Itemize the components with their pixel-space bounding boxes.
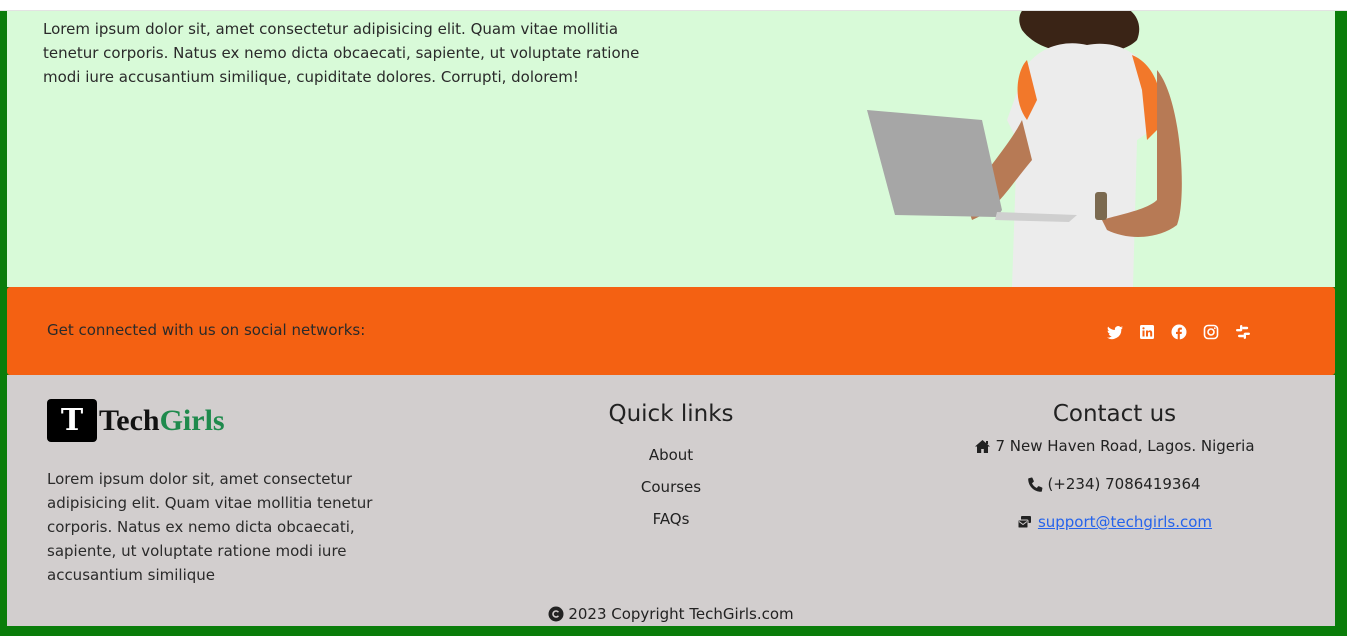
- brand-logo[interactable]: T TechGirls: [47, 399, 225, 442]
- logo-text: TechGirls: [99, 404, 225, 438]
- logo-letter: T: [47, 399, 97, 442]
- facebook-icon[interactable]: [1171, 324, 1187, 340]
- contact-address: 7 New Haven Road, Lagos. Nigeria: [962, 437, 1267, 455]
- contact-email-link[interactable]: support@techgirls.com: [1038, 513, 1212, 531]
- home-icon: [975, 439, 991, 453]
- linkedin-icon[interactable]: [1139, 324, 1155, 340]
- logo-tech: Tech: [99, 403, 160, 437]
- slack-icon[interactable]: [1235, 324, 1251, 340]
- contact-phone-text: (+234) 7086419364: [1047, 475, 1201, 493]
- copyright: 2023 Copyright TechGirls.com: [7, 605, 1335, 623]
- contact-phone: (+234) 7086419364: [962, 475, 1267, 493]
- envelope-stack-icon: [1017, 516, 1031, 529]
- social-text: Get connected with us on social networks…: [47, 321, 366, 339]
- hero-text: Lorem ipsum dolor sit, amet consectetur …: [43, 20, 640, 86]
- logo-girls: Girls: [159, 403, 225, 437]
- quick-link-courses[interactable]: Courses: [571, 471, 771, 503]
- social-icons: [1107, 324, 1251, 340]
- quick-links-list: About Courses FAQs: [571, 439, 771, 535]
- quick-links: Quick links About Courses FAQs: [571, 401, 771, 535]
- footer: T TechGirls Lorem ipsum dolor sit, amet …: [7, 375, 1335, 626]
- contact-section: Contact us 7 New Haven Road, Lagos. Nige…: [962, 401, 1267, 531]
- footer-description: Lorem ipsum dolor sit, amet consectetur …: [47, 470, 373, 584]
- hero-section: Lorem ipsum dolor sit, amet consectetur …: [7, 11, 1335, 287]
- contact-address-text: 7 New Haven Road, Lagos. Nigeria: [995, 437, 1255, 455]
- phone-icon: [1028, 476, 1043, 492]
- contact-email: support@techgirls.com: [962, 513, 1267, 531]
- quick-links-title: Quick links: [608, 401, 734, 427]
- copyright-icon: [548, 606, 564, 622]
- social-bar: Get connected with us on social networks…: [7, 287, 1335, 375]
- top-bar: [0, 0, 1347, 11]
- woman-with-laptop-image: [867, 11, 1182, 287]
- quick-link-faqs[interactable]: FAQs: [571, 503, 771, 535]
- copyright-text: 2023 Copyright TechGirls.com: [568, 605, 794, 623]
- quick-link-about[interactable]: About: [571, 439, 771, 471]
- instagram-icon[interactable]: [1203, 324, 1219, 340]
- contact-title: Contact us: [1052, 401, 1177, 427]
- twitter-icon[interactable]: [1107, 324, 1123, 340]
